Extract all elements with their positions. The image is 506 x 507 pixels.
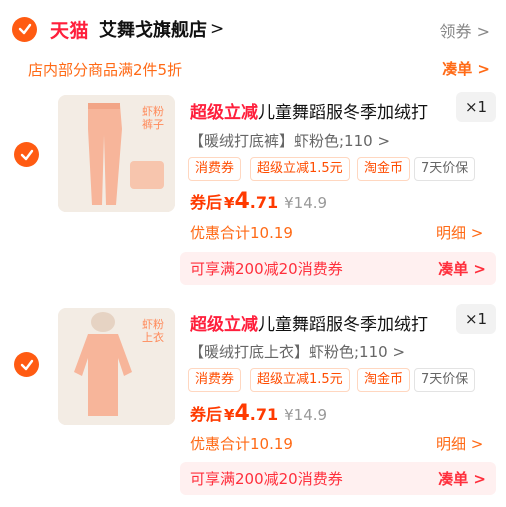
tag-super-discount: 超级立减1.5元: [250, 157, 350, 181]
quantity-box[interactable]: ×1: [456, 92, 496, 122]
coupon-text: 可享满200减20消费券: [190, 260, 343, 278]
price-line: 券后 ¥4.71 ¥14.9: [190, 189, 327, 214]
original-price: ¥14.9: [284, 194, 328, 212]
product-title-text: 儿童舞蹈服冬季加绒打: [258, 103, 428, 123]
tag-price-protect: 7天价保: [414, 368, 476, 392]
tag-taojinbi: 淘金币: [357, 157, 411, 181]
tag-taojinbi: 淘金币: [357, 368, 411, 392]
check-icon: [20, 359, 33, 370]
check-icon: [20, 149, 33, 160]
price-currency: ¥: [224, 194, 235, 212]
price-after-coupon-label: 券后: [190, 405, 223, 424]
sku-selector[interactable]: 【暖绒打底裤】虾粉色;110 >: [189, 130, 390, 151]
tag-consumption-coupon: 消费券: [188, 157, 242, 181]
product-image[interactable]: 虾粉 上衣: [58, 308, 175, 425]
price-integer: 4: [234, 401, 250, 426]
coupon-bar[interactable]: 可享满200减20消费券 凑单 >: [180, 252, 496, 285]
product-image[interactable]: 虾粉 裤子: [58, 95, 175, 212]
coupon-bar[interactable]: 可享满200减20消费券 凑单 >: [180, 462, 496, 495]
original-price: ¥14.9: [284, 406, 328, 424]
coupon-add-items-link[interactable]: 凑单 >: [438, 258, 486, 279]
coupon-text: 可享满200减20消费券: [190, 470, 343, 488]
discount-total: 优惠合计10.19: [190, 435, 293, 453]
tag-price-protect: 7天价保: [414, 157, 476, 181]
product-image-label: 虾粉 上衣: [142, 318, 164, 344]
shop-select-checkbox[interactable]: [12, 16, 37, 42]
shop-name[interactable]: 艾舞戈旗舰店: [99, 16, 207, 42]
promo-add-items-link[interactable]: 凑单 >: [442, 58, 490, 79]
shop-chevron[interactable]: >: [210, 19, 224, 39]
discount-total: 优惠合计10.19: [190, 224, 293, 242]
quantity-box[interactable]: ×1: [456, 304, 496, 334]
product-title[interactable]: 超级立减儿童舞蹈服冬季加绒打: [190, 98, 428, 123]
price-line: 券后 ¥4.71 ¥14.9: [190, 401, 327, 426]
tmall-logo: 天猫: [50, 19, 90, 42]
price-decimal: .71: [249, 405, 279, 424]
shop-header: 天猫 艾舞戈旗舰店 > 领券 >: [12, 12, 494, 46]
price-after-coupon-label: 券后: [190, 193, 223, 212]
tag-consumption-coupon: 消费券: [188, 368, 242, 392]
price-integer: 4: [234, 189, 250, 214]
price-currency: ¥: [224, 406, 235, 424]
item-select-checkbox[interactable]: [14, 352, 39, 377]
product-image-label: 虾粉 裤子: [142, 105, 164, 131]
discount-detail-link[interactable]: 明细 >: [436, 222, 483, 243]
product-title[interactable]: 超级立减儿童舞蹈服冬季加绒打: [190, 310, 428, 335]
promo-bar: 店内部分商品满2件5折 凑单 >: [28, 56, 490, 82]
promo-text: 店内部分商品满2件5折: [28, 60, 183, 79]
discount-detail-link[interactable]: 明细 >: [436, 433, 483, 454]
check-icon: [18, 23, 31, 35]
product-title-text: 儿童舞蹈服冬季加绒打: [258, 315, 428, 335]
price-decimal: .71: [249, 193, 279, 212]
get-coupon-link[interactable]: 领券 >: [440, 18, 491, 42]
item-select-checkbox[interactable]: [14, 142, 39, 167]
tag-super-discount: 超级立减1.5元: [250, 368, 350, 392]
sku-selector[interactable]: 【暖绒打底上衣】虾粉色;110 >: [189, 341, 405, 362]
coupon-add-items-link[interactable]: 凑单 >: [438, 468, 486, 489]
super-discount-badge: 超级立减: [190, 103, 258, 123]
super-discount-badge: 超级立减: [190, 315, 258, 335]
